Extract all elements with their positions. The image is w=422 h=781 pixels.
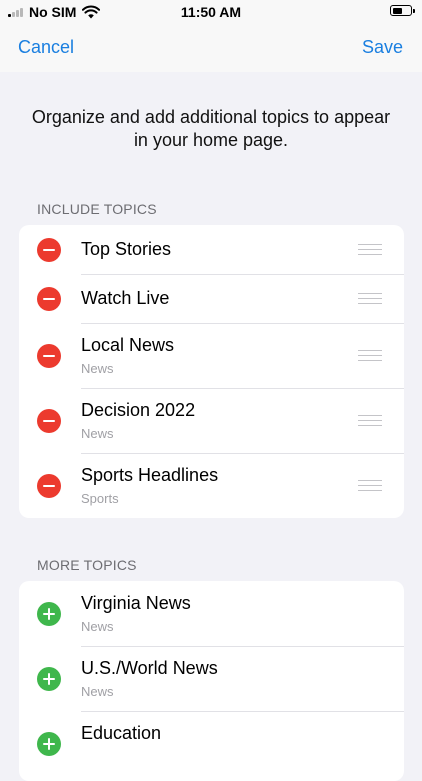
- more-topics-header: MORE TOPICS: [37, 557, 137, 573]
- include-topic-row-watch-live: Watch Live: [19, 274, 404, 323]
- topic-title: Watch Live: [81, 288, 170, 308]
- topic-title: Education: [81, 723, 162, 743]
- topic-category: Sports: [81, 491, 119, 506]
- topic-category: News: [81, 361, 114, 376]
- add-topic-button[interactable]: [37, 666, 61, 691]
- remove-topic-button[interactable]: [37, 343, 61, 368]
- more-topic-row-education: Education: [19, 711, 404, 776]
- include-topic-row-local-news: Local News News: [19, 323, 404, 388]
- include-topics-header: INCLUDE TOPICS: [37, 201, 157, 217]
- battery-icon: [390, 5, 415, 16]
- include-topics-list: Top Stories Watch Live Local News News D…: [19, 225, 404, 518]
- add-topic-button[interactable]: [37, 601, 61, 626]
- reorder-handle-icon[interactable]: [358, 243, 382, 256]
- reorder-handle-icon[interactable]: [358, 414, 382, 427]
- include-topic-row-decision-2022: Decision 2022 News: [19, 388, 404, 453]
- remove-topic-button[interactable]: [37, 237, 61, 262]
- remove-topic-button[interactable]: [37, 286, 61, 311]
- topic-category: News: [81, 426, 114, 441]
- reorder-handle-icon[interactable]: [358, 479, 382, 492]
- include-topic-row-sports-headlines: Sports Headlines Sports: [19, 453, 404, 518]
- intro-text: Organize and add additional topics to ap…: [31, 107, 391, 150]
- remove-topic-button[interactable]: [37, 408, 61, 433]
- reorder-handle-icon[interactable]: [358, 349, 382, 362]
- more-topic-row-virginia-news: Virginia News News: [19, 581, 404, 646]
- more-topics-list: Virginia News News U.S./World News News …: [19, 581, 404, 781]
- reorder-handle-icon[interactable]: [358, 292, 382, 305]
- topic-title: Virginia News: [81, 593, 191, 613]
- nav-bar: Cancel Save: [0, 24, 422, 72]
- cancel-button[interactable]: Cancel: [18, 37, 74, 58]
- save-button[interactable]: Save: [362, 37, 403, 58]
- topic-category: News: [81, 619, 114, 634]
- topic-category: News: [81, 684, 114, 699]
- topic-title: Decision 2022: [81, 400, 196, 420]
- topic-title: Top Stories: [81, 239, 172, 259]
- more-topic-row-us-world-news: U.S./World News News: [19, 646, 404, 711]
- topic-title: Local News: [81, 335, 175, 355]
- add-topic-button[interactable]: [37, 731, 61, 756]
- topic-title: Sports Headlines: [81, 465, 219, 485]
- battery-fill: [392, 7, 402, 14]
- clock: 11:50 AM: [180, 4, 242, 20]
- remove-topic-button[interactable]: [37, 473, 61, 498]
- status-bar: No SIM 11:50 AM: [0, 0, 422, 24]
- include-topic-row-top-stories: Top Stories: [19, 225, 404, 274]
- topic-title: U.S./World News: [81, 658, 218, 678]
